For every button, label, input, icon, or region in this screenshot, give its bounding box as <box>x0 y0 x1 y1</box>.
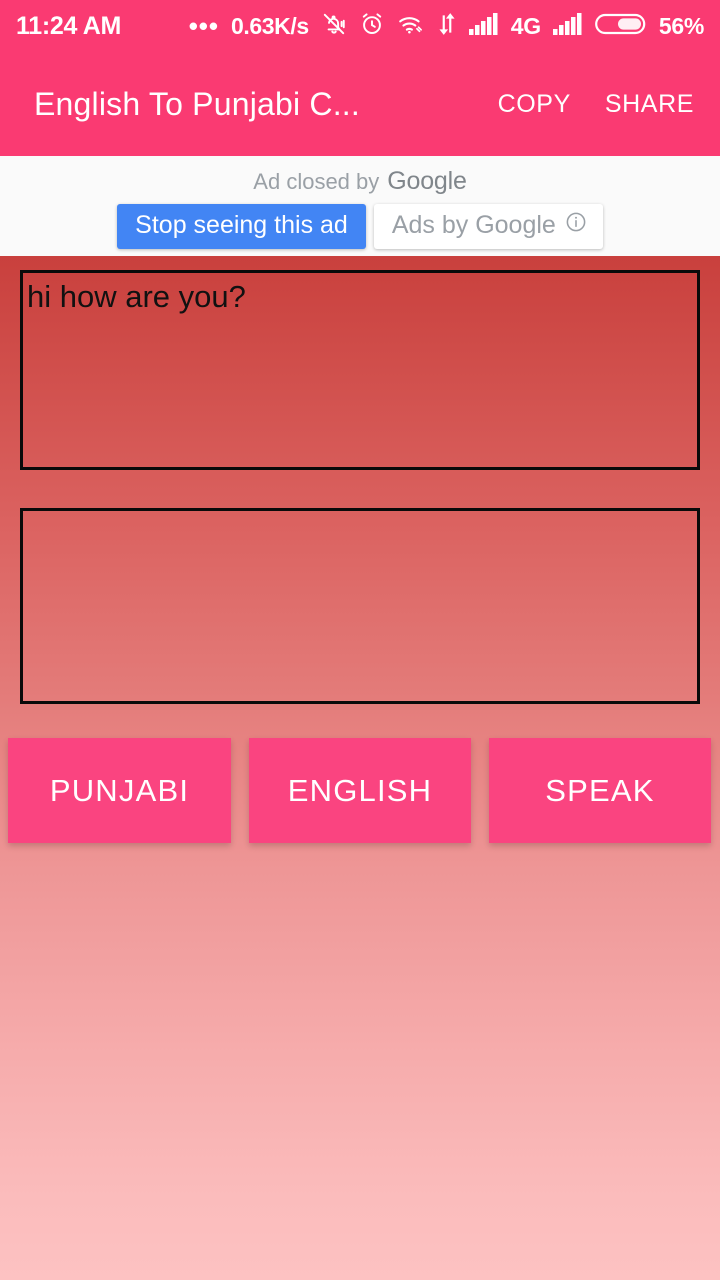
app-screen: 11:24 AM ••• 0.63K/s 4G 56% English To P… <box>0 0 720 1280</box>
copy-button[interactable]: COPY <box>498 90 571 119</box>
silent-mode-icon <box>321 11 347 42</box>
network-speed-label: 0.63K/s <box>231 12 309 39</box>
battery-icon <box>594 11 647 42</box>
alarm-clock-icon <box>359 11 385 42</box>
page-title: English To Punjabi C... <box>34 85 360 122</box>
info-circle-icon <box>565 211 587 240</box>
signal-bars-icon-1 <box>468 12 499 41</box>
ad-button-group: Stop seeing this ad Ads by Google <box>117 204 603 249</box>
google-wordmark: Google <box>387 167 467 195</box>
status-bar: 11:24 AM ••• 0.63K/s 4G 56% <box>0 0 720 52</box>
app-bar: English To Punjabi C... COPY SHARE <box>0 52 720 156</box>
status-clock: 11:24 AM <box>16 11 122 40</box>
network-type-label: 4G <box>510 12 541 39</box>
wifi-icon <box>397 11 425 42</box>
signal-bars-icon-2 <box>552 12 583 41</box>
overflow-dots-icon: ••• <box>188 11 219 41</box>
ads-by-google-button[interactable]: Ads by Google <box>373 204 603 249</box>
translate-to-english-button[interactable]: ENGLISH <box>249 738 471 843</box>
translated-text-output[interactable] <box>20 508 700 704</box>
translate-to-punjabi-button[interactable]: PUNJABI <box>8 738 231 843</box>
share-button[interactable]: SHARE <box>605 90 694 119</box>
ads-by-google-label: Ads by Google <box>391 211 556 239</box>
status-icon-tray: ••• 0.63K/s 4G 56% <box>189 11 704 42</box>
speak-button[interactable]: SPEAK <box>489 738 711 843</box>
ad-banner: Ad closed by Google Stop seeing this ad … <box>0 156 720 256</box>
action-button-row: PUNJABI ENGLISH SPEAK <box>0 738 720 846</box>
source-text-input[interactable] <box>20 270 700 470</box>
ad-closed-by-label: Ad closed by <box>253 169 380 194</box>
stop-seeing-this-ad-button[interactable]: Stop seeing this ad <box>117 204 366 249</box>
ad-closed-line: Ad closed by Google <box>253 167 467 196</box>
data-transfer-icon <box>437 11 457 42</box>
translator-content: PUNJABI ENGLISH SPEAK <box>0 256 720 1280</box>
battery-percent-label: 56% <box>658 12 704 39</box>
